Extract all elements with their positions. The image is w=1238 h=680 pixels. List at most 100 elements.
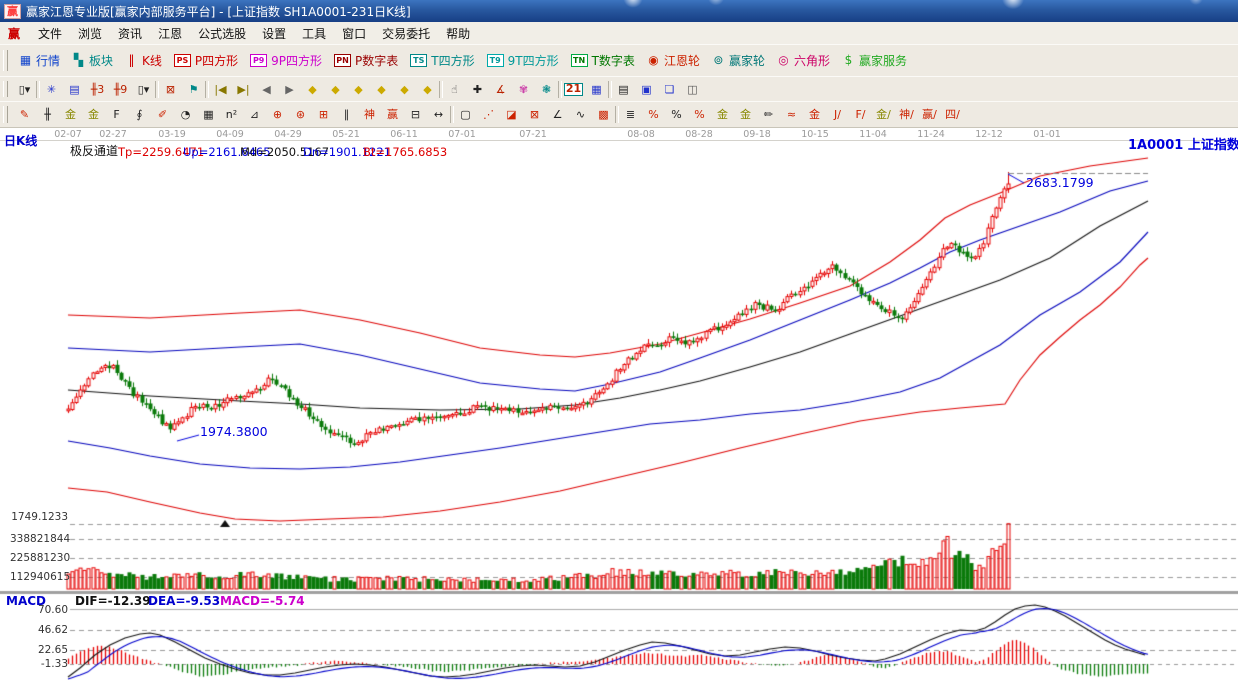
nav-tool-candle-dropdown[interactable]: ▯▾ <box>132 80 155 99</box>
draw-tool-angle-w[interactable]: 四∕ <box>941 105 964 124</box>
draw-tool-n-square[interactable]: n² <box>220 105 243 124</box>
menu-item[interactable]: 工具 <box>294 25 334 43</box>
nav-tool-compress-horizontal[interactable]: ◆ <box>347 80 370 99</box>
draw-tool-gann-clock[interactable]: ◔ <box>174 105 197 124</box>
toolbar-button-label: 江恩轮 <box>664 52 700 69</box>
draw-tool-gold-circle[interactable]: 金 <box>711 105 734 124</box>
draw-tool-split-lines[interactable]: ∥ <box>335 105 358 124</box>
draw-tool-draw-pencil[interactable]: ✎ <box>13 105 36 124</box>
toolbar-button-winner-wheel[interactable]: ⊚ 赢家轮 <box>706 51 771 70</box>
draw-tool-red-grid[interactable]: ▩ <box>592 105 615 124</box>
draw-tool-brush-candle[interactable]: ✏ <box>757 105 780 124</box>
nav-tool-web-sphere[interactable]: ❃ <box>535 80 558 99</box>
toolbar-button-gann-wheel[interactable]: ◉ 江恩轮 <box>641 51 706 70</box>
draw-tool-width-measure[interactable]: ↔ <box>427 105 450 124</box>
menu-item[interactable]: 浏览 <box>70 25 110 43</box>
nav-tool-next-bar[interactable]: ▶ <box>278 80 301 99</box>
nav-tool-expand-horizontal[interactable]: ◆ <box>370 80 393 99</box>
nav-tool-flag[interactable]: ⚑ <box>182 80 205 99</box>
draw-tool-gold-line[interactable]: 金 <box>734 105 757 124</box>
draw-tool-box-cross[interactable]: ⊠ <box>523 105 546 124</box>
nav-tool-hand-tool[interactable]: ☝ <box>443 80 466 99</box>
menu-item[interactable]: 公式选股 <box>190 25 254 43</box>
nav-tool-shift-right[interactable]: ◆ <box>324 80 347 99</box>
toolbar-button-t-square[interactable]: TS T四方形 <box>404 51 480 70</box>
draw-tool-gold-underline[interactable]: 金 <box>803 105 826 124</box>
menu-item[interactable]: 文件 <box>30 25 70 43</box>
draw-tool-angle-j[interactable]: J∕ <box>826 105 849 124</box>
nav-tool-expand-all[interactable]: ◆ <box>416 80 439 99</box>
nav-tool-prev-bar[interactable]: ◀ <box>255 80 278 99</box>
draw-tool-fan-lines[interactable]: ⋰ <box>477 105 500 124</box>
draw-tool-percent[interactable]: % <box>665 105 688 124</box>
nav-tool-save[interactable]: ▣ <box>635 80 658 99</box>
draw-tool-angle-gold[interactable]: 金∕ <box>872 105 895 124</box>
draw-tool-fibonacci-lines[interactable]: F <box>105 105 128 124</box>
indicator-name: 极反通道 <box>70 145 118 157</box>
menu-item[interactable]: 窗口 <box>334 25 374 43</box>
draw-tool-gann-grid[interactable]: ╫ <box>36 105 59 124</box>
draw-tool-wave-tool[interactable]: ∿ <box>569 105 592 124</box>
toolbar-button-t-digit-table[interactable]: TN T数字表 <box>565 51 641 70</box>
draw-tool-target-crosshair[interactable]: ⊕ <box>266 105 289 124</box>
draw-tool-gold-ratio-grid[interactable]: 金 <box>82 105 105 124</box>
draw-tool-web-target[interactable]: ⊛ <box>289 105 312 124</box>
nav-tool-calendar[interactable]: 21 <box>562 80 585 99</box>
draw-tool-ying-grid[interactable]: 赢 <box>381 105 404 124</box>
toolbar-button-p-square[interactable]: PS P四方形 <box>168 51 244 70</box>
nav-tool-calculator[interactable]: ▦ <box>585 80 608 99</box>
draw-tool-spiral[interactable]: ∮ <box>128 105 151 124</box>
draw-tool-angle-ying[interactable]: 赢∕ <box>918 105 941 124</box>
draw-tool-dense-grid[interactable]: ▦ <box>197 105 220 124</box>
draw-tool-measure-bars[interactable]: ≣ <box>619 105 642 124</box>
nav-tool-gann-shape[interactable]: ✾ <box>512 80 535 99</box>
nav-tool-nine-bars[interactable]: ╫9 <box>109 80 132 99</box>
draw-tool-shen-grid[interactable]: 神 <box>358 105 381 124</box>
toolbar-button-p-digit-table[interactable]: PN P数字表 <box>328 51 404 70</box>
nav-tool-last-bar[interactable]: ▶| <box>232 80 255 99</box>
nav-tool-clipboard[interactable]: ▤ <box>63 80 86 99</box>
draw-tool-gold-section-grid[interactable]: 金 <box>59 105 82 124</box>
nav-tool-period-dropdown[interactable]: ▯▾ <box>13 80 36 99</box>
draw-tool-percent-line[interactable]: % <box>688 105 711 124</box>
toolbar-button-label: 9T四方形 <box>508 52 559 69</box>
draw-tool-angle-f[interactable]: F∕ <box>849 105 872 124</box>
draw-tool-wave-channel[interactable]: ≈ <box>780 105 803 124</box>
draw-tool-selection-box[interactable]: ▢ <box>454 105 477 124</box>
toolbar-button-kline[interactable]: ‖ K线 <box>119 51 168 70</box>
toolbar-button-hexagon[interactable]: ◎ 六角形 <box>771 51 836 70</box>
toolbar-button-9p-square[interactable]: P9 9P四方形 <box>244 51 328 70</box>
nav-tool-icon: ∡ <box>494 83 507 96</box>
draw-tool-mirror-angle[interactable]: ⊿ <box>243 105 266 124</box>
menu-item[interactable]: 交易委托 <box>374 25 438 43</box>
toolbar-button-quotes[interactable]: ▦ 行情 <box>13 51 66 70</box>
draw-tool-percent-retrace[interactable]: % <box>642 105 665 124</box>
nav-tool-window-copy[interactable]: ❏ <box>658 80 681 99</box>
menu-item[interactable]: 设置 <box>254 25 294 43</box>
nav-tool-gann-web[interactable]: ✳ <box>40 80 63 99</box>
nav-tool-compress-all[interactable]: ◆ <box>393 80 416 99</box>
nav-tool-crosshair[interactable]: ✚ <box>466 80 489 99</box>
toolbar-button-9t-square[interactable]: T9 9T四方形 <box>481 51 565 70</box>
draw-tool-box-diagonal[interactable]: ◪ <box>500 105 523 124</box>
nav-tool-three-bars[interactable]: ╫3 <box>86 80 109 99</box>
toolbar-button-sectors[interactable]: ▚ 板块 <box>66 51 119 70</box>
draw-tool-grid-box[interactable]: ⊞ <box>312 105 335 124</box>
toolbar-button-winner-service[interactable]: $ 赢家服务 <box>836 51 913 70</box>
draw-tool-angle-shen[interactable]: 神∕ <box>895 105 918 124</box>
menu-item[interactable]: 资讯 <box>110 25 150 43</box>
menu-item[interactable]: 帮助 <box>438 25 478 43</box>
draw-tool-angle-fan[interactable]: ∠ <box>546 105 569 124</box>
draw-tool-compass[interactable]: ✐ <box>151 105 174 124</box>
period-label[interactable]: 日K线 <box>4 135 37 147</box>
menu-logo-icon[interactable]: 赢 <box>8 25 20 42</box>
nav-tool-icon: ▶ <box>283 83 296 96</box>
menu-item[interactable]: 江恩 <box>150 25 190 43</box>
nav-tool-angle-measure[interactable]: ∡ <box>489 80 512 99</box>
nav-tool-print-user[interactable]: ◫ <box>681 80 704 99</box>
draw-tool-numbered-grid[interactable]: ⊟ <box>404 105 427 124</box>
nav-tool-notepad[interactable]: ▤ <box>612 80 635 99</box>
nav-tool-formula-box[interactable]: ⊠ <box>159 80 182 99</box>
nav-tool-first-bar[interactable]: |◀ <box>209 80 232 99</box>
nav-tool-shift-left[interactable]: ◆ <box>301 80 324 99</box>
